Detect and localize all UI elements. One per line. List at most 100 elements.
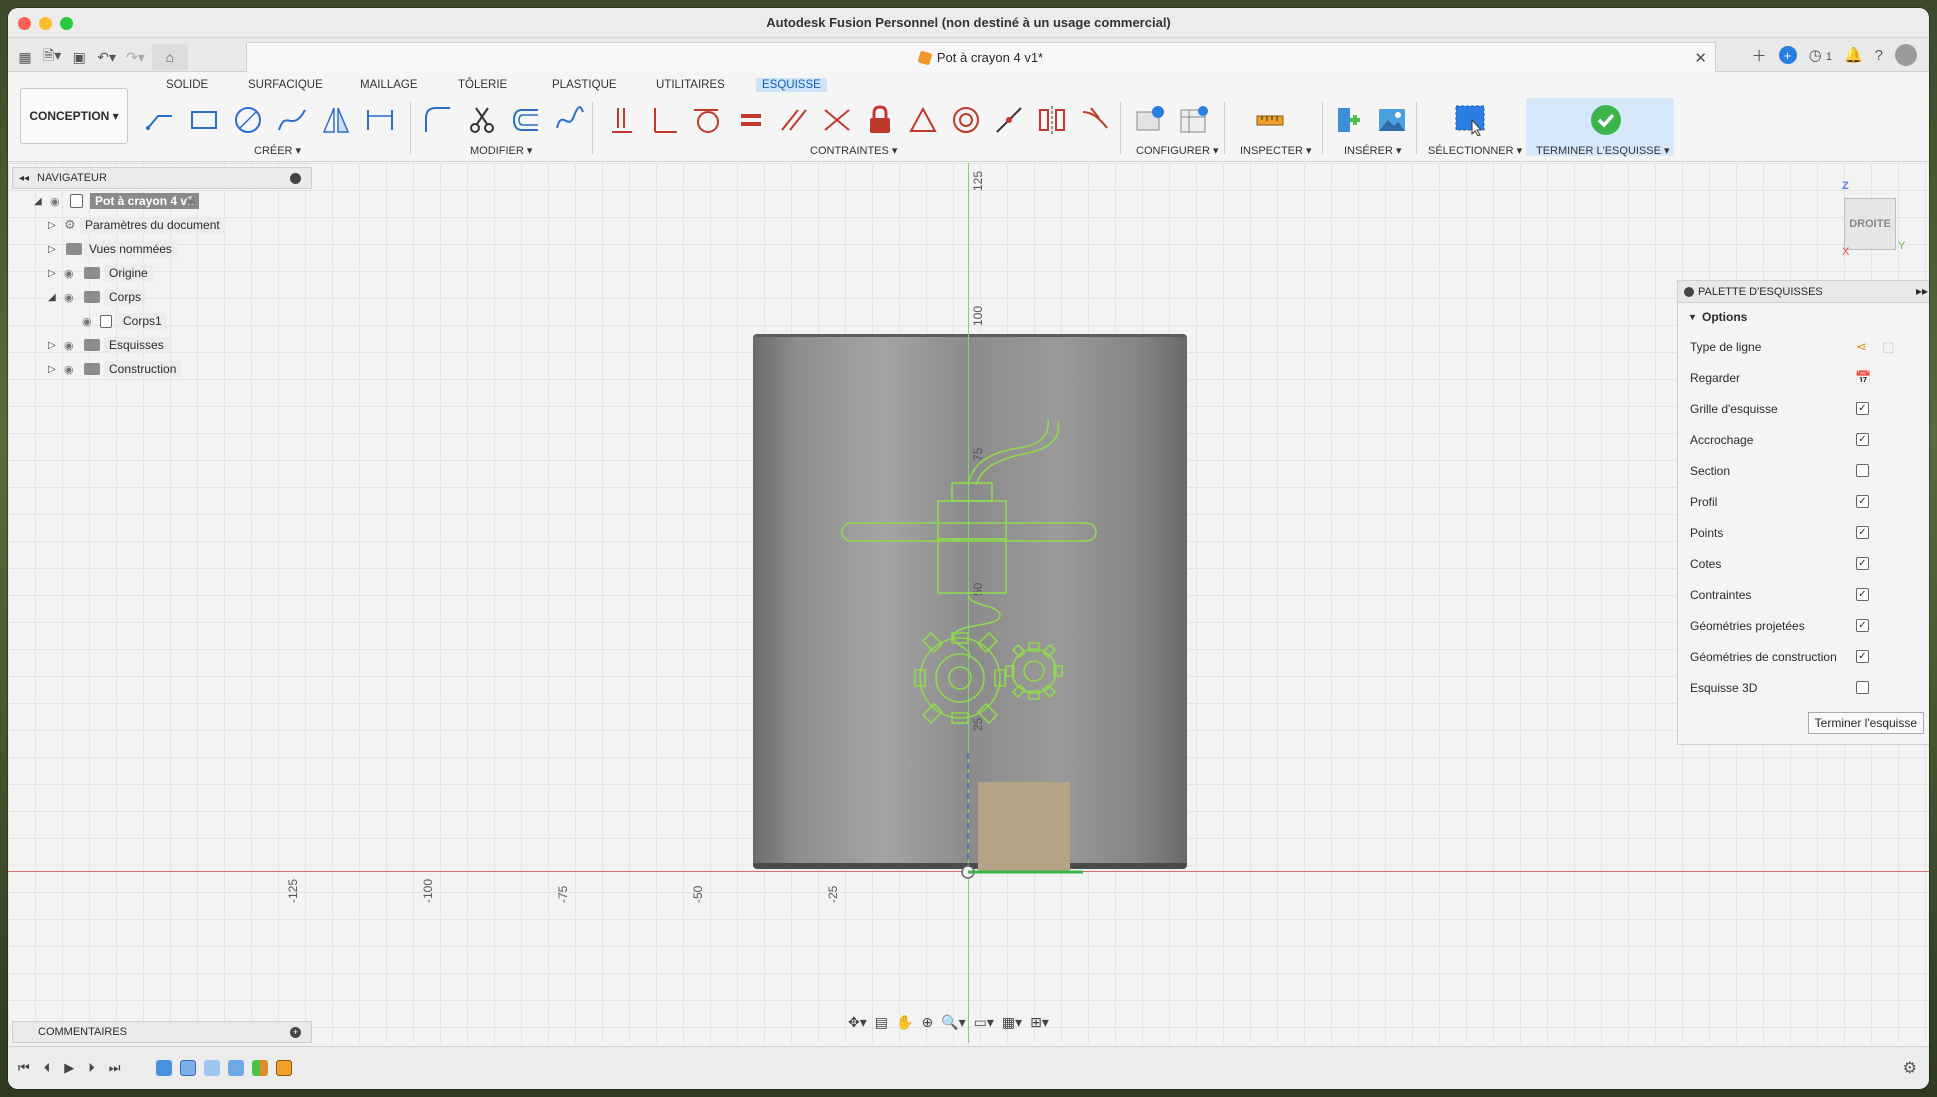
visibility-eye-icon[interactable]: ◉ [64, 363, 74, 376]
coincident-constraint-icon[interactable] [819, 102, 855, 138]
undo-icon[interactable]: ↶▾ [94, 46, 119, 68]
projected-geometry-checkbox[interactable]: ✓ [1856, 619, 1869, 632]
tab-maillage[interactable]: MAILLAGE [354, 78, 424, 92]
grid-settings-icon[interactable]: ▦▾ [1002, 1014, 1022, 1031]
points-checkbox[interactable]: ✓ [1856, 526, 1869, 539]
look-at-icon[interactable]: ▤ [875, 1014, 888, 1031]
lock-constraint-icon[interactable] [862, 102, 898, 138]
view-cube[interactable]: DROITE [1844, 198, 1896, 250]
parallel-constraint-icon[interactable] [776, 102, 812, 138]
expand-triangle-icon[interactable]: ▷ [48, 268, 56, 279]
add-comment-icon[interactable]: + [290, 1027, 301, 1038]
workspace-selector[interactable]: CONCEPTION ▾ [20, 88, 128, 144]
file-menu-icon[interactable]: 🗎▾ [40, 46, 64, 68]
curve-edit-icon[interactable] [552, 102, 588, 138]
terminer-group-label[interactable]: TERMINER L'ESQUISSE ▾ [1536, 144, 1670, 157]
finish-sketch-button[interactable]: Terminer l'esquisse [1807, 712, 1924, 734]
zoom-window-button[interactable] [60, 17, 73, 30]
configurer-group-label[interactable]: CONFIGURER ▾ [1136, 144, 1219, 157]
profile-checkbox[interactable]: ✓ [1856, 495, 1869, 508]
active-radio-icon[interactable]: ◉ [186, 195, 196, 208]
visibility-eye-icon[interactable]: ◉ [64, 339, 74, 352]
app-grid-icon[interactable]: ▦ [14, 46, 36, 68]
nav-item-named-views[interactable]: ▷ Vues nommées [12, 237, 312, 261]
palette-header[interactable]: PALETTE D'ESQUISSES ▸▸ [1678, 281, 1929, 303]
look-at-icon[interactable]: 📅 [1855, 370, 1871, 386]
step-forward-icon[interactable]: ⏵ [88, 1060, 95, 1076]
zoom-icon[interactable]: ⊕ [921, 1014, 933, 1031]
expand-triangle-icon[interactable]: ▷ [48, 340, 56, 351]
circle-tool-icon[interactable] [230, 102, 266, 138]
nav-item-body1[interactable]: ◉ Corps1 [12, 309, 312, 333]
help-icon[interactable]: ? [1875, 47, 1883, 64]
expand-triangle-icon[interactable]: ▷ [48, 220, 56, 231]
nav-item-construction[interactable]: ▷ ◉ Construction [12, 357, 312, 381]
creer-group-label[interactable]: CRÉER ▾ [254, 144, 301, 157]
nav-item-root[interactable]: ◢ ◉ Pot à crayon 4 v1 ◉ [12, 189, 312, 213]
go-to-end-icon[interactable]: ⏭ [109, 1060, 121, 1076]
concentric-constraint-icon[interactable] [948, 102, 984, 138]
play-icon[interactable]: ▶ [64, 1060, 74, 1076]
comments-panel-header[interactable]: COMMENTAIRES + [12, 1021, 312, 1043]
redo-icon[interactable]: ↷▾ [123, 46, 148, 68]
symmetry-constraint-icon[interactable] [1034, 102, 1070, 138]
measure-icon[interactable] [1252, 102, 1288, 138]
spline-tool-icon[interactable] [274, 102, 310, 138]
perpendicular-constraint-icon[interactable] [647, 102, 683, 138]
display-settings-icon[interactable]: ▭▾ [974, 1014, 994, 1031]
dimensions-checkbox[interactable]: ✓ [1856, 557, 1869, 570]
visibility-eye-icon[interactable]: ◉ [64, 291, 74, 304]
dimension-tool-icon[interactable] [362, 102, 398, 138]
3d-sketch-checkbox[interactable] [1856, 681, 1869, 694]
timeline-feature-icon[interactable] [228, 1060, 244, 1076]
modifier-group-label[interactable]: MODIFIER ▾ [470, 144, 532, 157]
finish-sketch-check-icon[interactable] [1588, 102, 1624, 138]
nav-item-document-settings[interactable]: ▷ ⚙ Paramètres du document [12, 213, 312, 237]
nav-item-sketches[interactable]: ▷ ◉ Esquisses [12, 333, 312, 357]
construction-line-icon[interactable]: ⋖ [1856, 339, 1867, 355]
inspecter-group-label[interactable]: INSPECTER ▾ [1240, 144, 1312, 157]
horizontal-vertical-constraint-icon[interactable] [604, 102, 640, 138]
new-tab-icon[interactable]: ＋ [1752, 45, 1767, 66]
user-avatar[interactable] [1895, 44, 1917, 66]
collapse-panel-icon[interactable]: ◂◂ [19, 173, 29, 184]
pan-icon[interactable]: ✋ [896, 1014, 913, 1031]
timeline-feature-icon[interactable] [180, 1060, 196, 1076]
rectangle-tool-icon[interactable] [186, 102, 222, 138]
timeline-feature-icon[interactable] [204, 1060, 220, 1076]
centerline-icon[interactable]: ⬚ [1882, 339, 1894, 355]
construction-geometry-checkbox[interactable]: ✓ [1856, 650, 1869, 663]
home-icon[interactable]: ⌂ [151, 44, 188, 70]
snap-checkbox[interactable]: ✓ [1856, 433, 1869, 446]
collapse-triangle-icon[interactable]: ◢ [48, 292, 56, 303]
tangent-constraint-icon[interactable] [690, 102, 726, 138]
selectionner-group-label[interactable]: SÉLECTIONNER ▾ [1428, 144, 1522, 157]
options-section-header[interactable]: ▼ Options [1678, 303, 1929, 331]
visibility-eye-icon[interactable]: ◉ [64, 267, 74, 280]
triangle-constraint-icon[interactable] [905, 102, 941, 138]
insert-image-icon[interactable] [1374, 102, 1410, 138]
equal-constraint-icon[interactable] [733, 102, 769, 138]
tab-solide[interactable]: SOLIDE [160, 78, 214, 92]
tab-utilitaires[interactable]: UTILITAIRES [650, 78, 731, 92]
navigator-pin-icon[interactable] [290, 173, 301, 184]
sketch-grid-checkbox[interactable]: ✓ [1856, 402, 1869, 415]
expand-triangle-icon[interactable]: ▷ [48, 244, 56, 255]
insert-component-icon[interactable] [1330, 102, 1366, 138]
document-tab[interactable]: Pot à crayon 4 v1* ✕ [246, 42, 1716, 72]
nav-item-bodies[interactable]: ◢ ◉ Corps [12, 285, 312, 309]
nav-item-origin[interactable]: ▷ ◉ Origine [12, 261, 312, 285]
visibility-eye-icon[interactable]: ◉ [50, 195, 60, 208]
collapse-triangle-icon[interactable]: ◢ [34, 196, 42, 207]
navigator-header[interactable]: ◂◂ NAVIGATEUR [12, 167, 312, 189]
timeline-feature-icon[interactable] [276, 1060, 292, 1076]
go-to-start-icon[interactable]: ⏮ [18, 1060, 30, 1076]
close-tab-icon[interactable]: ✕ [1694, 49, 1707, 67]
extensions-icon[interactable]: + [1778, 46, 1797, 64]
inserer-group-label[interactable]: INSÉRER ▾ [1344, 144, 1401, 157]
change-parameters-icon[interactable] [1132, 102, 1168, 138]
curvature-constraint-icon[interactable] [1077, 102, 1113, 138]
collapse-triangle-icon[interactable]: ▼ [1688, 312, 1697, 322]
save-icon[interactable]: ▣ [68, 46, 90, 68]
mirror-tool-icon[interactable] [318, 102, 354, 138]
